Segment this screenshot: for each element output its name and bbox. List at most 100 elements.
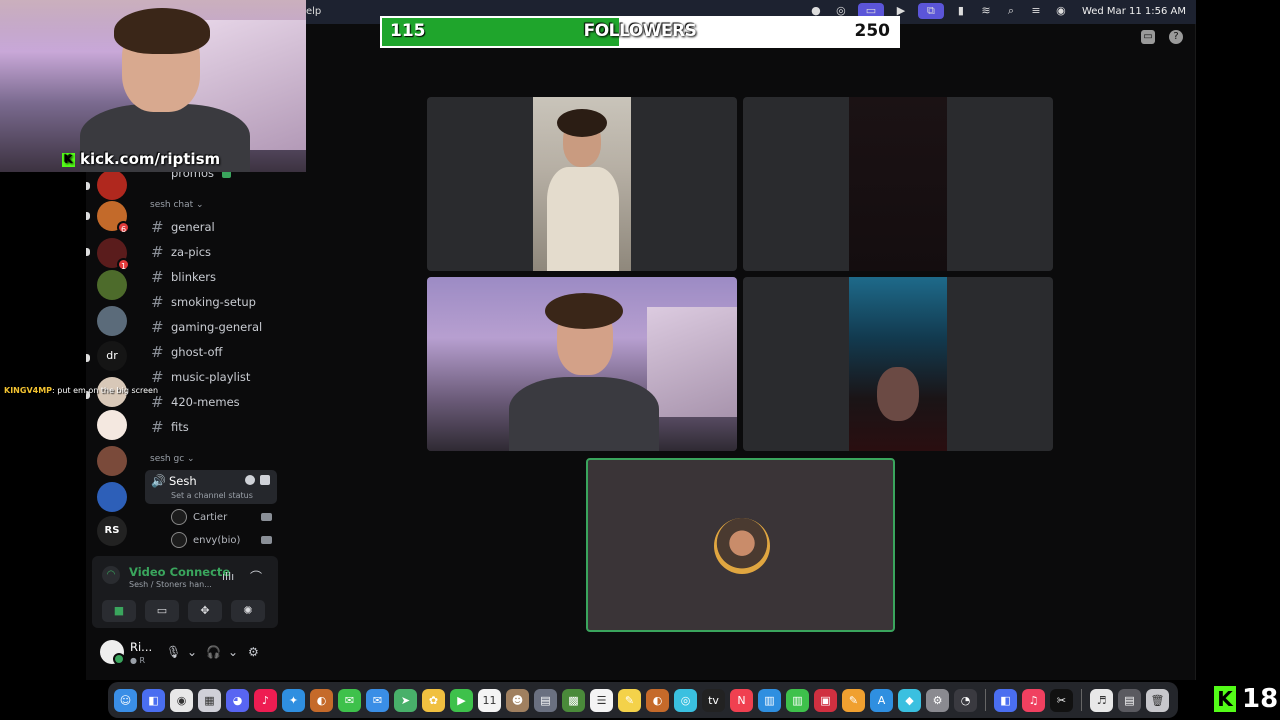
channel-ghost-off[interactable]: # ghost-off	[151, 343, 222, 361]
dock-messages-icon[interactable]: ✉	[338, 688, 361, 712]
dock-calendar-icon[interactable]: 11	[478, 688, 501, 712]
video-tile-2[interactable]	[743, 97, 1053, 271]
dock-reminders-icon[interactable]: ☰	[590, 688, 613, 712]
menu-help[interactable]: elp	[306, 6, 321, 17]
voice-member[interactable]: envy(bio)	[171, 532, 272, 548]
dock-music-icon[interactable]: ♫	[1022, 688, 1045, 712]
user-avatar[interactable]	[100, 640, 125, 665]
dock-app-35-icon[interactable]: ♬	[1090, 688, 1113, 712]
dock-system-settings-icon[interactable]: ⚙	[926, 688, 949, 712]
category-sesh-gc[interactable]: sesh gc ⌄	[150, 454, 195, 464]
headphones-options-chevron-icon[interactable]: ⌄	[228, 645, 238, 659]
disconnect-icon[interactable]: ⌒	[250, 568, 262, 585]
dock-app-8-icon[interactable]: ◐	[310, 688, 333, 712]
channel-general[interactable]: # general	[151, 218, 215, 236]
hash-icon: #	[151, 343, 164, 361]
voice-channel-status[interactable]: Set a channel status	[171, 491, 253, 500]
dock-minecraft-icon[interactable]: ▩	[562, 688, 585, 712]
window-icon[interactable]: ⧉	[917, 3, 944, 19]
streamer-webcam: Kkick.com/riptism	[0, 0, 306, 172]
dock-notes-icon[interactable]: ✎	[618, 688, 641, 712]
dock-app-32-icon[interactable]: ◧	[994, 688, 1017, 712]
voice-channel-sesh[interactable]: 🔊 Sesh Set a channel status	[145, 470, 277, 504]
video-tile-3[interactable]	[427, 277, 737, 451]
dock-finder-icon[interactable]: ☺	[114, 688, 137, 712]
dock-app-16-icon[interactable]: ▤	[534, 688, 557, 712]
headphones-icon[interactable]: 🎧	[206, 645, 221, 659]
channel-blinkers[interactable]: # blinkers	[151, 268, 216, 286]
dock-pages-icon[interactable]: ✎	[842, 688, 865, 712]
channel-gaming-general[interactable]: # gaming-general	[151, 318, 262, 336]
video-tile-4[interactable]	[743, 277, 1053, 451]
server-icon-9[interactable]	[97, 446, 127, 476]
dock-app-20-icon[interactable]: ◐	[646, 688, 669, 712]
server-icon-5[interactable]	[97, 306, 127, 336]
help-icon[interactable]: ?	[1169, 30, 1183, 44]
dock-numbers-icon[interactable]: ▥	[786, 688, 809, 712]
control-center-icon[interactable]: ≡	[1028, 3, 1044, 19]
channel-smoking-setup[interactable]: # smoking-setup	[151, 293, 256, 311]
channel-420-memes[interactable]: #420-memes	[151, 393, 240, 411]
server-icon-4[interactable]	[97, 270, 127, 300]
dock-facetime-icon[interactable]: ▶	[450, 688, 473, 712]
soundboard-button[interactable]: ✺	[231, 600, 265, 622]
server-icon-1[interactable]	[97, 170, 127, 200]
voice-member[interactable]: Cartier	[171, 509, 272, 525]
siri-icon[interactable]: ◉	[1053, 3, 1069, 19]
speaker-icon: 🔊	[151, 474, 166, 488]
dock-news-icon[interactable]: N	[730, 688, 753, 712]
signal-icon[interactable]: ◠	[102, 566, 120, 584]
dock-chrome-icon[interactable]: ◉	[170, 688, 193, 712]
dock-tiktok-icon[interactable]: ♪	[254, 688, 277, 712]
dock-photos-icon[interactable]: ✿	[422, 688, 445, 712]
search-icon[interactable]: ⌕	[1003, 3, 1019, 19]
add-member-icon[interactable]	[260, 475, 270, 485]
channel-za-pics[interactable]: # za-pics	[151, 243, 211, 261]
server-icon-2[interactable]: 6	[97, 201, 130, 234]
dock-launchpad-icon[interactable]: ▦	[198, 688, 221, 712]
dock-app-26-icon[interactable]: ▣	[814, 688, 837, 712]
channel-fits[interactable]: # fits	[151, 418, 189, 436]
dock-app-21-icon[interactable]: ◎	[674, 688, 697, 712]
mic-options-chevron-icon[interactable]: ⌄	[187, 645, 197, 659]
settings-gear-icon[interactable]: ⚙	[248, 645, 259, 659]
dock-contacts-icon[interactable]: ☻	[506, 688, 529, 712]
screen-share-button[interactable]: ▭	[145, 600, 179, 622]
category-sesh-chat[interactable]: sesh chat ⌄	[150, 200, 204, 210]
menu-clock[interactable]: Wed Mar 11 1:56 AM	[1082, 6, 1186, 17]
camera-button[interactable]: ■	[102, 600, 136, 622]
battery-icon[interactable]: ▮	[953, 3, 969, 19]
dock-keynote-icon[interactable]: ▥	[758, 688, 781, 712]
channel-music-playlist[interactable]: # music-playlist	[151, 368, 250, 386]
dock-app-36-icon[interactable]: ▤	[1118, 688, 1141, 712]
dock-trash-icon[interactable]: 🗑	[1146, 688, 1169, 712]
dock-mail-icon[interactable]: ✉	[366, 688, 389, 712]
dock-apple-tv-icon[interactable]: tv	[702, 688, 725, 712]
dock-activity-icon[interactable]: ◔	[954, 688, 977, 712]
dock-app-store-icon[interactable]: A	[870, 688, 893, 712]
dock-safari-icon[interactable]: ✦	[282, 688, 305, 712]
noise-suppression-icon[interactable]: ıllı	[222, 570, 234, 583]
activities-button[interactable]: ✥	[188, 600, 222, 622]
server-icon-3[interactable]: 1	[97, 238, 130, 271]
server-icon-10[interactable]	[97, 482, 127, 512]
dock-app-2-icon[interactable]: ◧	[142, 688, 165, 712]
dock: ☺ ◧ ◉ ▦ ◕ ♪ ✦ ◐ ✉ ✉ ➤ ✿ ▶ 11 ☻ ▤ ▩ ☰ ✎ ◐ ◎ tv N ▥ ▥ ▣ ✎ A ◆ ⚙ ◔ ◧ ♫ ✂ ♬ ▤ 🗑	[108, 682, 1178, 718]
member-avatar	[171, 509, 187, 525]
video-tile-1[interactable]	[427, 97, 737, 271]
unread-indicator	[86, 212, 90, 220]
dock-discord-icon[interactable]: ◕	[226, 688, 249, 712]
user-name[interactable]: Ri...	[130, 640, 152, 654]
dock-app-29-icon[interactable]: ◆	[898, 688, 921, 712]
microphone-icon[interactable]: 🎙	[166, 645, 181, 659]
dock-capcut-icon[interactable]: ✂	[1050, 688, 1073, 712]
server-icon-8[interactable]	[97, 410, 127, 440]
wifi-icon[interactable]: ≋	[978, 3, 994, 19]
chat-bubble-icon[interactable]	[245, 475, 255, 485]
inbox-icon[interactable]: ▭	[1141, 30, 1155, 44]
server-icon-6[interactable]: dr	[97, 341, 127, 371]
speaking-participant-tile[interactable]	[586, 458, 895, 632]
server-icon-11[interactable]: RS	[97, 516, 127, 546]
dock-maps-icon[interactable]: ➤	[394, 688, 417, 712]
voice-connected-subtitle[interactable]: Sesh / Stoners han...	[129, 580, 212, 589]
